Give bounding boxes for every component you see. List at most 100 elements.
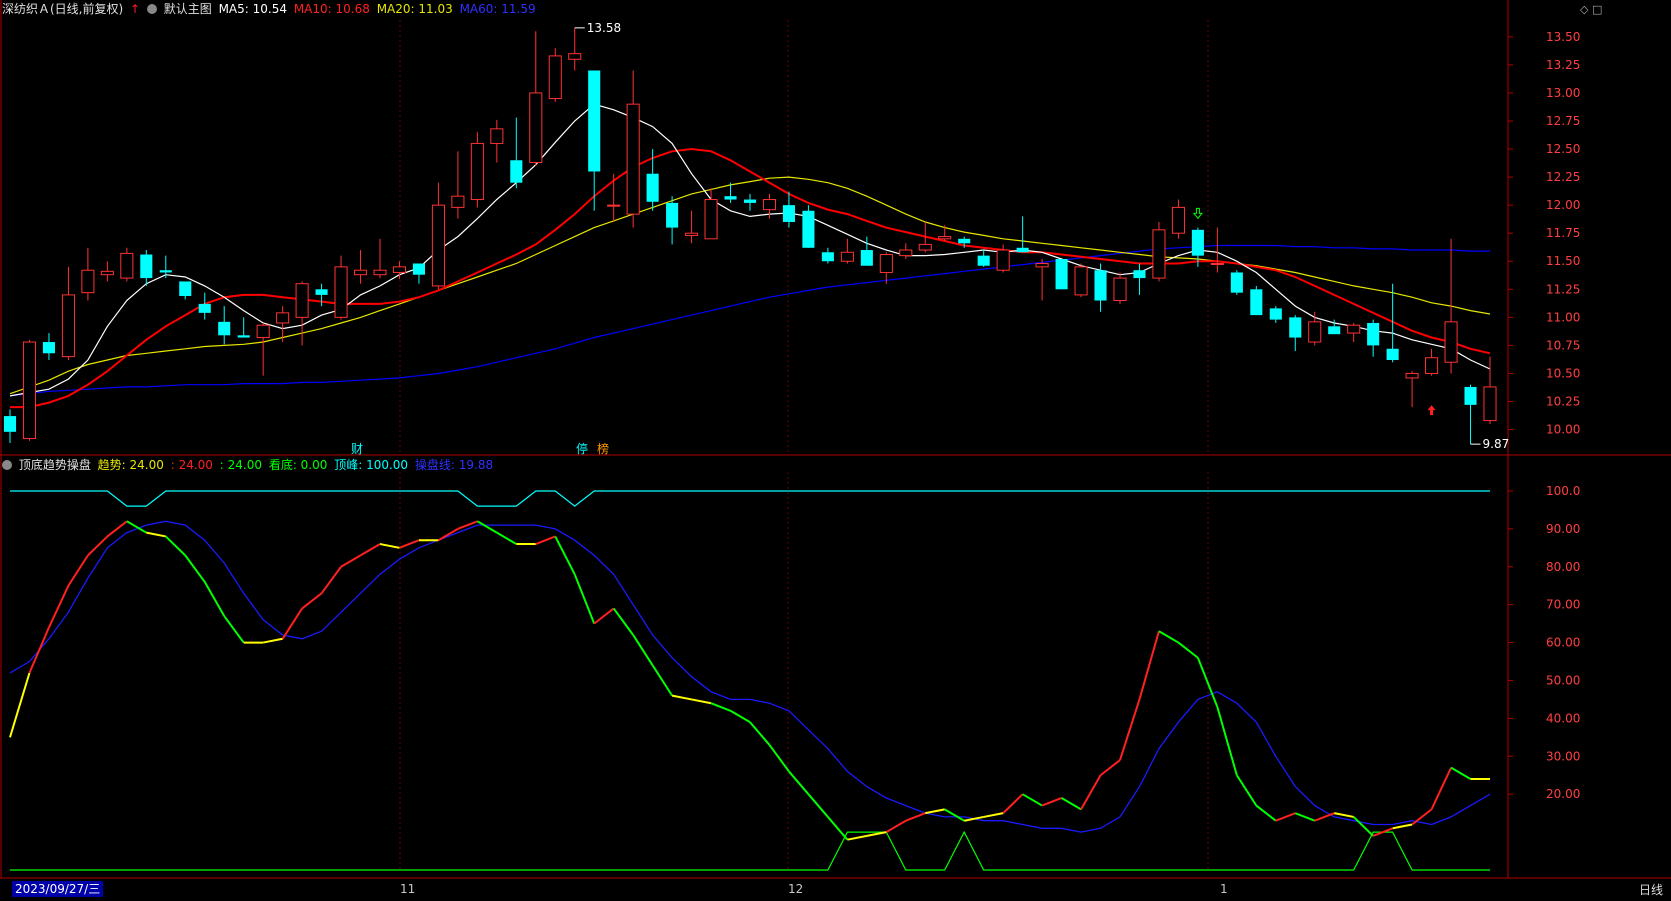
candle-body-57: [1113, 277, 1127, 302]
candle-body-64: [1250, 289, 1263, 316]
price-tick-label-8: 11.50: [1546, 254, 1580, 268]
candle-body-74: [1444, 321, 1458, 363]
candle-body-40: [782, 205, 795, 222]
ind-tick-label-1: 90.00: [1546, 522, 1580, 536]
candle-body-67: [1308, 321, 1322, 343]
ind-tick-label-3: 70.00: [1546, 598, 1580, 612]
indicator-name[interactable]: 顶底趋势操盘: [19, 458, 91, 472]
indicator-toggle-icon[interactable]: [2, 460, 12, 470]
candle-body-9: [179, 281, 192, 297]
trend-value-3: : 24.00: [219, 458, 262, 472]
candle-body-2: [42, 342, 55, 354]
candle-body-43: [840, 251, 854, 262]
candle-body-5: [100, 270, 114, 276]
ind-tick-label-6: 40.00: [1546, 711, 1580, 725]
small-square-icon[interactable]: □: [1592, 3, 1602, 16]
candle-body-22: [431, 204, 445, 287]
candle-body-35: [685, 232, 699, 236]
period-label[interactable]: 日线: [1639, 881, 1663, 898]
candle-body-37: [724, 196, 737, 200]
candle-body-73: [1425, 357, 1439, 374]
up-arrow-icon: ↑: [130, 2, 141, 16]
candle-body-21: [412, 263, 425, 275]
candle-body-29: [568, 53, 582, 60]
candle-body-3: [61, 294, 75, 358]
candle-body-76: [1483, 386, 1497, 422]
stock-name[interactable]: 深纺织Ａ(日线,前复权): [2, 2, 123, 16]
candle-body-59: [1152, 229, 1166, 279]
candle-body-6: [120, 252, 134, 279]
candle-body-26: [510, 160, 523, 183]
candle-body-72: [1405, 372, 1419, 379]
candle-body-10: [198, 303, 211, 313]
settings-toggle-icon[interactable]: [146, 4, 157, 14]
candle-body-14: [276, 312, 290, 324]
main-chart-label[interactable]: 默认主图: [164, 2, 212, 16]
background: [0, 0, 1671, 901]
candle-body-18: [353, 269, 368, 276]
candle-body-46: [899, 249, 913, 257]
price-tick-label-2: 13.00: [1546, 86, 1580, 100]
candle-41[interactable]: [802, 205, 815, 248]
candle-body-47: [918, 243, 932, 251]
ma5-label: MA5: 10.54: [218, 2, 287, 16]
price-tick-label-0: 13.50: [1546, 30, 1580, 44]
candle-1[interactable]: [22, 339, 37, 441]
candle-body-42: [821, 252, 834, 262]
candle-body-45: [879, 254, 893, 273]
low-price-label: 9.87: [1483, 437, 1510, 451]
candle-body-17: [334, 266, 348, 318]
high-price-label: 13.58: [587, 21, 621, 35]
price-tick-label-13: 10.25: [1546, 395, 1580, 409]
ind-tick-label-2: 80.00: [1546, 560, 1580, 574]
candle-59[interactable]: [1152, 221, 1166, 282]
price-tick-label-10: 11.00: [1546, 310, 1580, 324]
candle-body-31: [607, 204, 621, 207]
candle-body-63: [1230, 272, 1243, 293]
event-cai-marker: 财: [351, 442, 363, 456]
candle-body-20: [392, 266, 407, 273]
candle-body-71: [1386, 348, 1399, 360]
candle-55[interactable]: [1074, 263, 1088, 298]
candle-body-8: [159, 270, 172, 273]
trend-value-1: 趋势: 24.00: [97, 458, 164, 472]
candle-body-69: [1347, 324, 1361, 334]
candle-54[interactable]: [1055, 259, 1068, 290]
candle-body-11: [218, 321, 231, 336]
date-cursor-label: 2023/09/27/三: [12, 881, 104, 897]
candle-body-27: [529, 92, 543, 164]
ma20-label: MA20: 11.03: [376, 2, 453, 16]
candle-body-52: [1016, 247, 1029, 253]
price-tick-label-11: 10.75: [1546, 338, 1580, 352]
price-tick-label-4: 12.50: [1546, 142, 1580, 156]
ind-tick-label-7: 30.00: [1546, 749, 1580, 763]
ind-tick-label-4: 60.00: [1546, 636, 1580, 650]
candle-body-41: [802, 210, 815, 248]
candle-body-1: [22, 341, 37, 440]
stock-chart-svg[interactable]: 13.50 13.25 13.00 12.75 12.50 12.25 12.00 11.75…: [0, 0, 1671, 901]
candle-63[interactable]: [1230, 270, 1243, 295]
candle-body-13: [256, 324, 270, 339]
candle-body-24: [470, 142, 484, 201]
ind-tick-label-5: 50.00: [1546, 673, 1580, 687]
candle-body-56: [1094, 270, 1107, 301]
candle-body-32: [626, 103, 640, 215]
candle-body-38: [743, 199, 757, 203]
candle-body-75: [1464, 386, 1477, 405]
price-tick-label-6: 12.00: [1546, 198, 1580, 212]
candle-body-33: [646, 173, 659, 202]
candle-28[interactable]: [548, 48, 562, 102]
candle-body-28: [548, 55, 562, 100]
price-tick-label-12: 10.50: [1546, 366, 1580, 380]
chart-frame: [0, 0, 1671, 901]
price-tick-label-5: 12.25: [1546, 170, 1580, 184]
diamond-icon[interactable]: ◇: [1580, 3, 1588, 16]
candle-body-55: [1074, 266, 1088, 296]
candle-body-51: [996, 249, 1010, 271]
candle-body-62: [1210, 262, 1224, 265]
candle-body-66: [1289, 317, 1302, 338]
candle-64[interactable]: [1250, 285, 1263, 316]
candle-body-12: [237, 335, 250, 338]
candle-body-58: [1133, 270, 1146, 279]
candle-24[interactable]: [470, 132, 484, 208]
